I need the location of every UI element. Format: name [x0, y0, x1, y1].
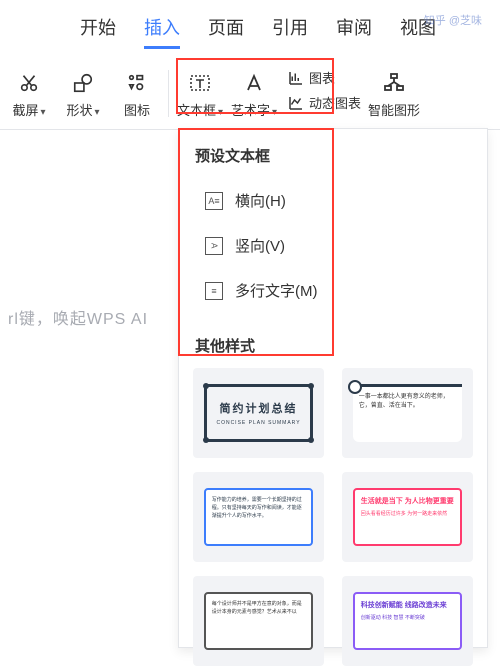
- scissors-icon: [16, 70, 42, 96]
- horizontal-icon: A≡: [205, 192, 223, 210]
- tab-reference[interactable]: 引用: [272, 14, 308, 49]
- divider: [168, 70, 169, 117]
- style-card-3[interactable]: 写作能力的培养，需要一个长期坚持的过程。只有坚持每天的写作和阅读，才能逐渐提升个…: [193, 472, 324, 562]
- smartart-label: 智能图形: [368, 100, 420, 119]
- wordart-label: 艺术字: [231, 100, 277, 119]
- style-gallery: 简约计划总结 CONCISE PLAN SUMMARY 一事一本都比人更有意义的…: [179, 368, 487, 666]
- wordart-icon: [241, 70, 267, 96]
- zhihu-watermark: 知乎 @芝味: [424, 12, 482, 28]
- chart-group: 图表 动态图表: [281, 68, 367, 112]
- animchart-label: 动态图表: [309, 93, 361, 112]
- chart-icon: [287, 69, 305, 87]
- icons-icon: [124, 70, 150, 96]
- style-card-2[interactable]: 一事一本都比人更有意义的老师，它，曾直、活在当下。: [342, 368, 473, 458]
- chart-button[interactable]: 图表: [287, 68, 361, 87]
- watermark-sub: AI DUAL CAMERA: [14, 647, 104, 657]
- multiline-label: 多行文字(M): [235, 280, 318, 301]
- chart-label: 图表: [309, 68, 335, 87]
- icons-label: 图标: [124, 100, 150, 119]
- style-card-5[interactable]: 每个设计师并不是甲方在意的对象，而是设计本身的元素与感觉？艺术从来不以: [193, 576, 324, 666]
- tab-page[interactable]: 页面: [208, 14, 244, 49]
- camera-watermark: MEIZU 16th AI DUAL CAMERA: [14, 629, 104, 657]
- textbox-icon: [187, 70, 213, 96]
- wordart-button[interactable]: 艺术字: [227, 68, 281, 119]
- ribbon-toolbar: 截屏 形状 图标 文本框: [0, 58, 500, 130]
- textbox-label: 文本框: [177, 100, 223, 119]
- animchart-icon: [287, 94, 305, 112]
- style-card-1[interactable]: 简约计划总结 CONCISE PLAN SUMMARY: [193, 368, 324, 458]
- textbox-multiline-option[interactable]: ≡ 多行文字(M): [179, 268, 487, 313]
- textbox-horizontal-option[interactable]: A≡ 横向(H): [179, 178, 487, 223]
- watermark-brand: MEIZU 16th: [14, 629, 104, 647]
- shapes-label: 形状: [66, 100, 99, 119]
- smartart-button[interactable]: 智能图形: [367, 68, 421, 119]
- screenshot-label: 截屏: [12, 100, 45, 119]
- icons-button[interactable]: 图标: [110, 68, 164, 119]
- ai-hint-text: rl键，唤起WPS AI: [8, 305, 148, 329]
- style-card-6[interactable]: 科技创新赋能 线路改造未来 创新驱动 科技 智慧 不断突破: [342, 576, 473, 666]
- smartart-icon: [381, 70, 407, 96]
- textbox-vertical-option[interactable]: A 竖向(V): [179, 223, 487, 268]
- multiline-icon: ≡: [205, 282, 223, 300]
- shapes-icon: [70, 70, 96, 96]
- vertical-label: 竖向(V): [235, 235, 285, 256]
- tab-insert[interactable]: 插入: [144, 14, 180, 49]
- screenshot-button[interactable]: 截屏: [2, 68, 56, 119]
- style-card-4[interactable]: 生活就是当下 为人比物更重要 回头看看经历过许多 为何一路走来依然: [342, 472, 473, 562]
- horizontal-label: 横向(H): [235, 190, 286, 211]
- tab-start[interactable]: 开始: [80, 14, 116, 49]
- vertical-icon: A: [205, 237, 223, 255]
- dropdown-header: 预设文本框: [179, 137, 487, 178]
- ribbon-tabs: 开始 插入 页面 引用 审阅 视图: [0, 0, 500, 58]
- textbox-button[interactable]: 文本框: [173, 68, 227, 119]
- textbox-dropdown: 预设文本框 A≡ 横向(H) A 竖向(V) ≡ 多行文字(M) 其他样式 简约…: [178, 128, 488, 648]
- other-styles-header: 其他样式: [179, 313, 487, 368]
- shapes-button[interactable]: 形状: [56, 68, 110, 119]
- tab-review[interactable]: 审阅: [336, 14, 372, 49]
- animchart-button[interactable]: 动态图表: [287, 93, 361, 112]
